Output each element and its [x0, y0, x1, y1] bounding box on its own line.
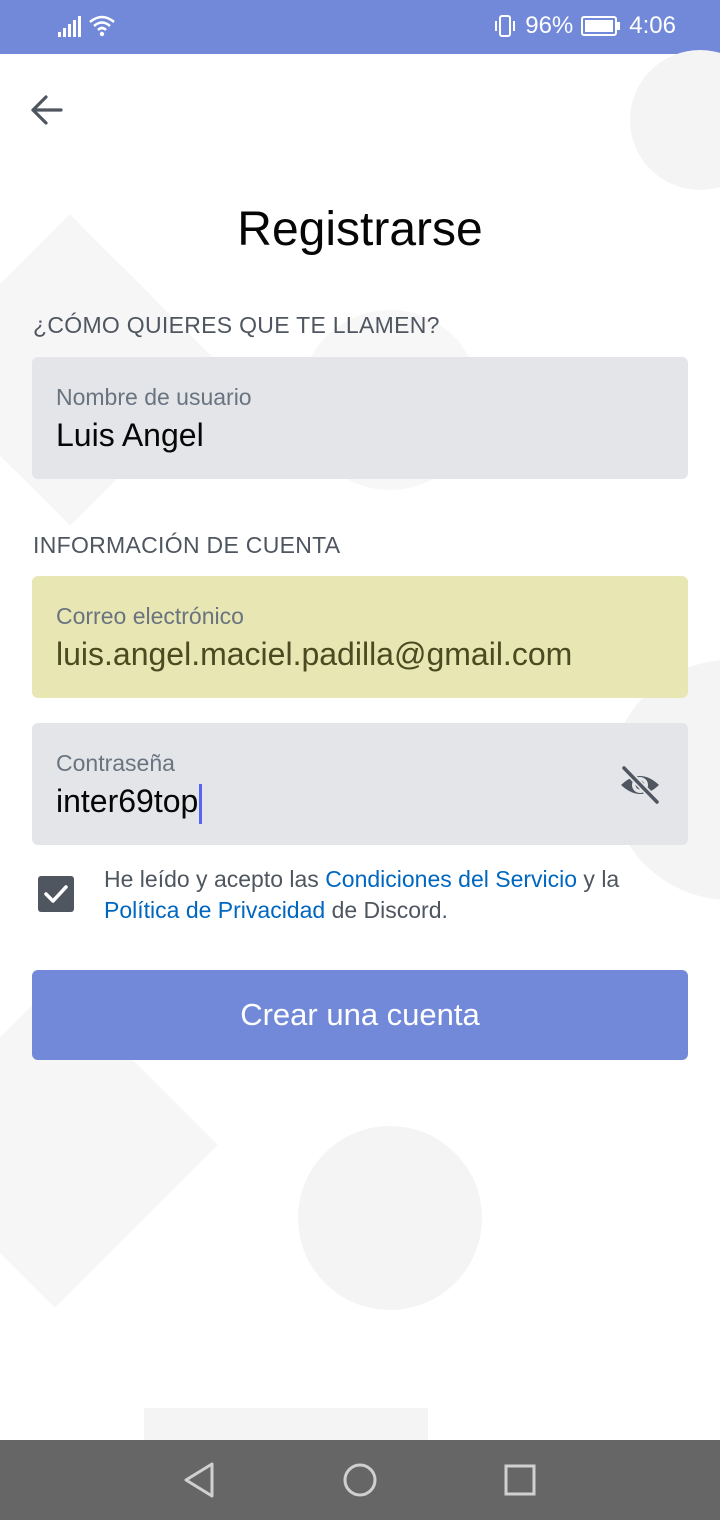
terms-checkbox[interactable]	[38, 876, 74, 912]
password-field[interactable]: Contraseña inter69top	[32, 723, 688, 845]
email-field[interactable]: Correo electrónico luis.angel.maciel.pad…	[32, 576, 688, 698]
page-title: Registrarse	[237, 203, 483, 256]
square-recents-icon[interactable]	[498, 1458, 542, 1502]
arrow-left-icon	[31, 95, 63, 125]
text-caret	[199, 783, 203, 824]
circle-home-icon[interactable]	[338, 1458, 382, 1502]
checkmark-icon	[44, 885, 68, 903]
password-input-wrapper[interactable]: inter69top	[56, 783, 203, 824]
terms-prefix: He leído y acepto las	[104, 866, 326, 892]
username-section-heading: ¿CÓMO QUIERES QUE TE LLAMEN?	[33, 312, 440, 338]
username-field[interactable]: Nombre de usuario Luis Angel	[32, 357, 688, 479]
username-label: Nombre de usuario	[56, 384, 252, 410]
create-account-button[interactable]: Crear una cuenta	[32, 970, 688, 1060]
registration-screen: Registrarse ¿CÓMO QUIERES QUE TE LLAMEN?…	[0, 54, 720, 1440]
terms-middle: y la	[577, 866, 620, 892]
triangle-back-icon[interactable]	[178, 1458, 222, 1502]
account-section-heading: INFORMACIÓN DE CUENTA	[33, 532, 341, 558]
privacy-policy-link[interactable]: Política de Privacidad	[104, 897, 325, 923]
username-input[interactable]: Luis Angel	[56, 417, 204, 454]
email-input[interactable]: luis.angel.maciel.padilla@gmail.com	[56, 636, 572, 673]
password-input[interactable]: inter69top	[56, 783, 198, 819]
email-label: Correo electrónico	[56, 603, 244, 629]
back-button[interactable]	[28, 90, 84, 130]
terms-suffix: de Discord.	[325, 897, 448, 923]
terms-of-service-link[interactable]: Condiciones del Servicio	[325, 866, 577, 892]
eye-off-icon[interactable]	[618, 763, 662, 807]
navigation-bar	[0, 1440, 720, 1520]
terms-text: He leído y acepto las Condiciones del Se…	[104, 864, 664, 926]
password-label: Contraseña	[56, 750, 175, 776]
